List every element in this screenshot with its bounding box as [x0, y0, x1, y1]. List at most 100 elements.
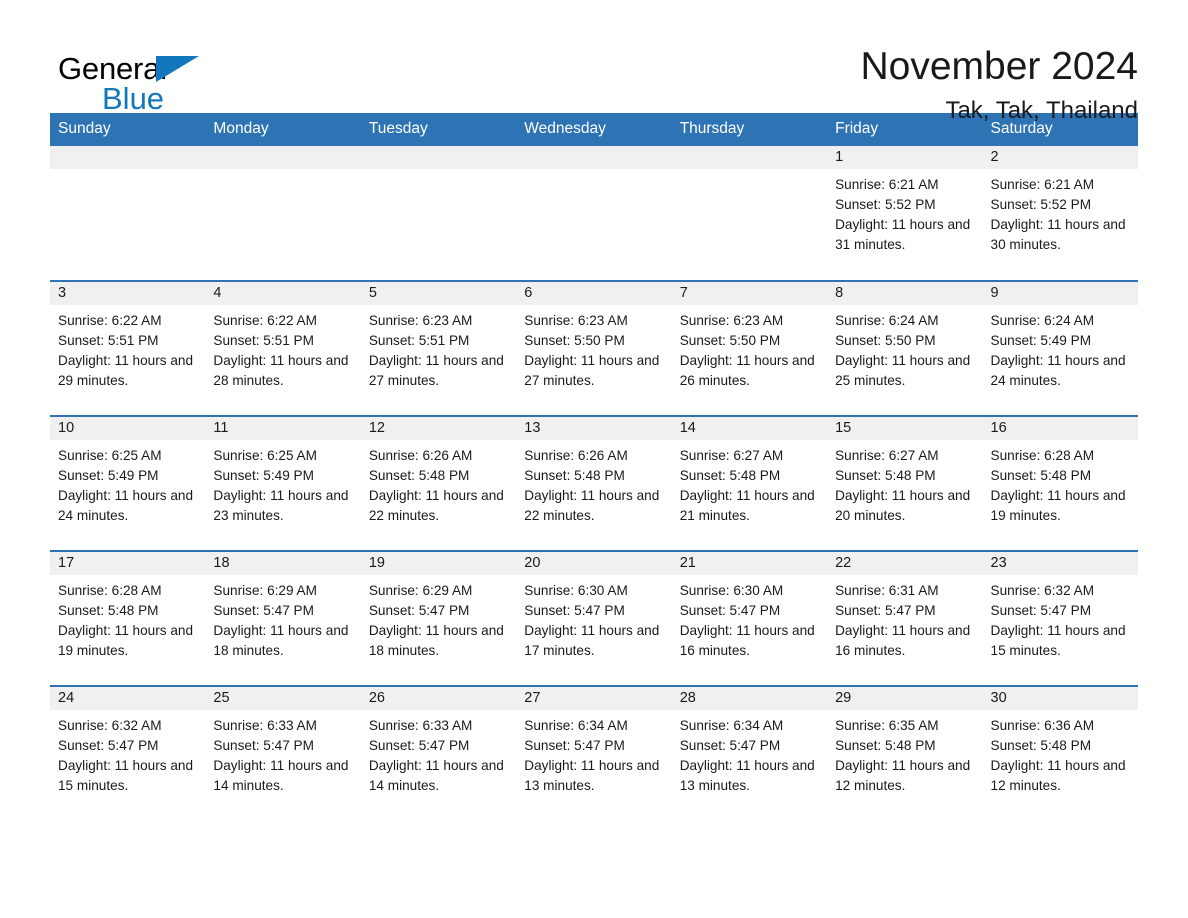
sunrise-text: Sunrise: 6:23 AM: [679, 313, 784, 328]
calendar-day-cell[interactable]: 4 Sunrise: 6:22 AM Sunset: 5:51 PM Daylight…: [205, 280, 361, 416]
day-details: Sunrise: 6:21 AM Sunset: 5:52 PM Daylight:…: [827, 169, 982, 255]
sunset-text: Sunset: 5:47 PM: [368, 738, 470, 753]
day-number: 6: [516, 282, 672, 305]
calendar-day-cell[interactable]: 20 Sunrise: 6:30 AM Sunset: 5:47 PM Dayligh…: [516, 550, 672, 686]
calendar-day-cell[interactable]: 5 Sunrise: 6:23 AM Sunset: 5:51 PM Daylight…: [360, 280, 517, 416]
calendar-day-cell[interactable]: 23 Sunrise: 6:32 AM Sunset: 5:47 PM Dayligh…: [982, 550, 1138, 686]
sunrise-text: Sunrise: 6:21 AM: [990, 177, 1095, 192]
day-details: Sunrise: 6:22 AM Sunset: 5:51 PM Daylight:…: [50, 305, 205, 391]
calendar-day-cell[interactable]: 24 Sunrise: 6:32 AM Sunset: 5:47 PM Dayligh…: [50, 685, 206, 821]
calendar-day-cell[interactable]: 7 Sunrise: 6:23 AM Sunset: 5:50 PM Daylight…: [671, 280, 828, 416]
weekday-header-thursday: Thursday: [671, 113, 828, 146]
weekday-header-monday: Monday: [205, 113, 361, 146]
day-number: 22: [827, 552, 983, 575]
day-number: 5: [360, 282, 517, 305]
daylight-text: Daylight: 11 hours and 27 minutes.: [368, 353, 504, 388]
calendar-day-cell[interactable]: 29 Sunrise: 6:35 AM Sunset: 5:48 PM Dayligh…: [827, 685, 983, 821]
calendar-week-row: 24 Sunrise: 6:32 AM Sunset: 5:47 PM Dayligh…: [50, 685, 1138, 821]
weekday-header-sunday: Sunday: [50, 113, 206, 146]
calendar-day-cell[interactable]: 30 Sunrise: 6:36 AM Sunset: 5:48 PM Dayligh…: [982, 685, 1138, 821]
sunrise-text: Sunrise: 6:33 AM: [213, 718, 317, 733]
sunset-text: Sunset: 5:49 PM: [213, 468, 314, 483]
logo-text-blue: Blue: [102, 81, 165, 116]
sunset-text: Sunset: 5:48 PM: [835, 738, 936, 753]
daylight-text: Daylight: 11 hours and 16 minutes.: [679, 623, 815, 658]
day-details: Sunrise: 6:28 AM Sunset: 5:48 PM Daylight:…: [50, 575, 205, 661]
day-number: [205, 146, 361, 169]
day-number: 10: [50, 417, 206, 440]
day-details: Sunrise: 6:35 AM Sunset: 5:48 PM Daylight:…: [827, 710, 982, 796]
calendar-day-cell[interactable]: 3 Sunrise: 6:22 AM Sunset: 5:51 PM Daylight…: [50, 280, 206, 416]
day-details: Sunrise: 6:30 AM Sunset: 5:47 PM Daylight:…: [672, 575, 827, 661]
daylight-text: Daylight: 11 hours and 31 minutes.: [835, 217, 971, 252]
daylight-text: Daylight: 11 hours and 19 minutes.: [990, 488, 1126, 523]
calendar-day-cell[interactable]: 10 Sunrise: 6:25 AM Sunset: 5:49 PM Dayligh…: [50, 415, 206, 551]
calendar-day-cell[interactable]: 6 Sunrise: 6:23 AM Sunset: 5:50 PM Daylight…: [516, 280, 672, 416]
calendar-day-cell[interactable]: 13 Sunrise: 6:26 AM Sunset: 5:48 PM Dayligh…: [516, 415, 672, 551]
day-details: Sunrise: 6:28 AM Sunset: 5:48 PM Daylight:…: [983, 440, 1138, 526]
sunrise-text: Sunrise: 6:34 AM: [679, 718, 784, 733]
day-details: Sunrise: 6:32 AM Sunset: 5:47 PM Daylight:…: [983, 575, 1138, 661]
daylight-text: Daylight: 11 hours and 15 minutes.: [990, 623, 1126, 658]
day-details: Sunrise: 6:31 AM Sunset: 5:47 PM Daylight:…: [827, 575, 982, 661]
calendar-day-cell[interactable]: 27 Sunrise: 6:34 AM Sunset: 5:47 PM Dayligh…: [516, 685, 672, 821]
day-number: 1: [827, 146, 983, 169]
day-number: 14: [671, 417, 828, 440]
calendar-day-cell[interactable]: 19 Sunrise: 6:29 AM Sunset: 5:47 PM Dayligh…: [360, 550, 517, 686]
day-details: Sunrise: 6:36 AM Sunset: 5:48 PM Daylight:…: [983, 710, 1138, 796]
calendar-day-cell[interactable]: 12 Sunrise: 6:26 AM Sunset: 5:48 PM Dayligh…: [360, 415, 517, 551]
weekday-header-tuesday: Tuesday: [360, 113, 517, 146]
calendar-day-cell[interactable]: 18 Sunrise: 6:29 AM Sunset: 5:47 PM Dayligh…: [205, 550, 361, 686]
sunrise-text: Sunrise: 6:21 AM: [835, 177, 939, 192]
calendar-day-cell[interactable]: 9 Sunrise: 6:24 AM Sunset: 5:49 PM Daylight…: [982, 280, 1138, 416]
day-details: Sunrise: 6:23 AM Sunset: 5:50 PM Daylight:…: [516, 305, 671, 391]
calendar-day-cell[interactable]: 25 Sunrise: 6:33 AM Sunset: 5:47 PM Dayligh…: [205, 685, 361, 821]
calendar-day-cell[interactable]: 22 Sunrise: 6:31 AM Sunset: 5:47 PM Dayligh…: [827, 550, 983, 686]
calendar-day-cell[interactable]: 14 Sunrise: 6:27 AM Sunset: 5:48 PM Dayligh…: [671, 415, 828, 551]
sunrise-text: Sunrise: 6:29 AM: [213, 583, 317, 598]
daylight-text: Daylight: 11 hours and 15 minutes.: [58, 758, 194, 793]
sunrise-text: Sunrise: 6:25 AM: [58, 448, 162, 463]
sunrise-text: Sunrise: 6:25 AM: [213, 448, 317, 463]
sunrise-text: Sunrise: 6:24 AM: [835, 313, 939, 328]
sunset-text: Sunset: 5:52 PM: [835, 197, 936, 212]
sunset-text: Sunset: 5:52 PM: [990, 197, 1092, 212]
calendar-day-cell[interactable]: 28 Sunrise: 6:34 AM Sunset: 5:47 PM Dayligh…: [671, 685, 828, 821]
calendar-day-cell[interactable]: 2 Sunrise: 6:21 AM Sunset: 5:52 PM Daylight…: [982, 146, 1138, 281]
sunset-text: Sunset: 5:51 PM: [58, 333, 159, 348]
sunset-text: Sunset: 5:47 PM: [524, 738, 625, 753]
sunset-text: Sunset: 5:51 PM: [213, 333, 314, 348]
day-number: 8: [827, 282, 983, 305]
general-blue-logo[interactable]: General Blue: [58, 52, 288, 116]
daylight-text: Daylight: 11 hours and 27 minutes.: [524, 353, 660, 388]
sunset-text: Sunset: 5:50 PM: [679, 333, 781, 348]
day-number: 17: [50, 552, 206, 575]
day-number: 25: [205, 687, 361, 710]
daylight-text: Daylight: 11 hours and 13 minutes.: [679, 758, 815, 793]
daylight-text: Daylight: 11 hours and 12 minutes.: [990, 758, 1126, 793]
sunrise-text: Sunrise: 6:30 AM: [524, 583, 628, 598]
sunset-text: Sunset: 5:47 PM: [524, 603, 625, 618]
day-details: Sunrise: 6:23 AM Sunset: 5:51 PM Daylight:…: [361, 305, 516, 391]
sunset-text: Sunset: 5:48 PM: [990, 468, 1092, 483]
day-number: 19: [360, 552, 517, 575]
calendar-page: General Blue November 2024 Tak, Tak, Tha…: [0, 0, 1188, 918]
daylight-text: Daylight: 11 hours and 14 minutes.: [213, 758, 349, 793]
daylight-text: Daylight: 11 hours and 22 minutes.: [524, 488, 660, 523]
sunrise-text: Sunrise: 6:22 AM: [213, 313, 317, 328]
calendar-day-cell[interactable]: 8 Sunrise: 6:24 AM Sunset: 5:50 PM Daylight…: [827, 280, 983, 416]
daylight-text: Daylight: 11 hours and 14 minutes.: [368, 758, 504, 793]
calendar-day-cell[interactable]: 21 Sunrise: 6:30 AM Sunset: 5:47 PM Dayligh…: [671, 550, 828, 686]
calendar-day-cell-empty: [516, 146, 672, 281]
calendar-day-cell[interactable]: 17 Sunrise: 6:28 AM Sunset: 5:48 PM Dayligh…: [50, 550, 206, 686]
calendar-day-cell[interactable]: 15 Sunrise: 6:27 AM Sunset: 5:48 PM Dayligh…: [827, 415, 983, 551]
sunrise-text: Sunrise: 6:26 AM: [524, 448, 628, 463]
sunset-text: Sunset: 5:47 PM: [679, 603, 781, 618]
calendar-day-cell-empty: [205, 146, 361, 281]
sunset-text: Sunset: 5:47 PM: [679, 738, 781, 753]
page-subtitle: Tak, Tak, Thailand: [945, 97, 1138, 124]
calendar-day-cell[interactable]: 11 Sunrise: 6:25 AM Sunset: 5:49 PM Dayligh…: [205, 415, 361, 551]
calendar-day-cell[interactable]: 1 Sunrise: 6:21 AM Sunset: 5:52 PM Daylight…: [827, 146, 983, 281]
calendar-day-cell[interactable]: 16 Sunrise: 6:28 AM Sunset: 5:48 PM Dayligh…: [982, 415, 1138, 551]
calendar-day-cell[interactable]: 26 Sunrise: 6:33 AM Sunset: 5:47 PM Dayligh…: [360, 685, 517, 821]
